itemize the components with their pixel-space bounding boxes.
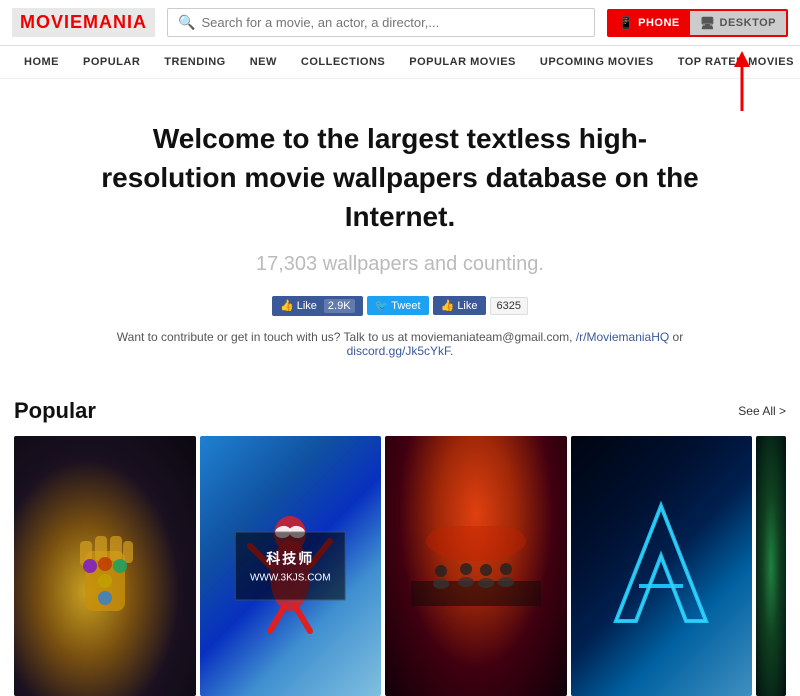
contact-info: Want to contribute or get in touch with … [100, 330, 700, 358]
watermark-overlay: 科技师 WWW.3KJS.COM [235, 531, 346, 600]
tweet-label: Tweet [391, 300, 420, 312]
tweet-button[interactable]: 🐦 Tweet [367, 296, 429, 315]
movie-grid: 科技师 WWW.3KJS.COM [14, 436, 786, 696]
desktop-icon: 🖥 [700, 16, 716, 30]
avengers-icon [611, 501, 711, 631]
fb-like-icon: 👍 [280, 299, 294, 312]
phone-icon: 📱 [619, 16, 634, 30]
contact-text-static: Want to contribute or get in touch with … [117, 330, 573, 344]
nav-trending[interactable]: TRENDING [152, 46, 237, 78]
movie-poster-1 [14, 436, 196, 696]
nav-top-rated-movies[interactable]: TOP RATED MOVIES [666, 46, 800, 78]
popular-title: Popular [14, 398, 96, 424]
movie-poster-3 [385, 436, 567, 696]
discord-link[interactable]: discord.gg/Jk5cYkF [347, 344, 450, 358]
see-all-link[interactable]: See All > [738, 404, 786, 418]
hero-headline: Welcome to the largest textless high-res… [100, 119, 700, 237]
desktop-label: DESKTOP [720, 17, 776, 29]
nav-home[interactable]: HOME [12, 46, 71, 78]
fb-like-label: Like [297, 300, 317, 312]
watermark-line1: 科技师 [250, 548, 331, 568]
logo-text: MOVIEMANIA [20, 12, 147, 32]
movie-poster-4 [571, 436, 753, 696]
logo-mania: MANIA [83, 12, 147, 32]
like-button-2[interactable]: 👍 Like [433, 296, 486, 315]
header: MOVIEMANIA 🔍 📱 PHONE 🖥 DESKTOP [0, 0, 800, 46]
main-nav: HOME POPULAR TRENDING NEW COLLECTIONS PO… [0, 46, 800, 79]
movie-card-5[interactable] [756, 436, 786, 696]
popular-header: Popular See All > [14, 398, 786, 424]
movie-card-2[interactable]: 科技师 WWW.3KJS.COM [200, 436, 382, 696]
popular-section: Popular See All > [0, 378, 800, 696]
logo-movie: MOVIE [20, 12, 83, 32]
facebook-like-button[interactable]: 👍 Like 2.9K [272, 296, 363, 316]
search-input[interactable] [201, 15, 583, 30]
movie-poster-5 [756, 436, 786, 696]
like2-icon: 👍 [441, 299, 455, 312]
desktop-button[interactable]: 🖥 DESKTOP [690, 11, 786, 35]
nav-wrapper: HOME POPULAR TRENDING NEW COLLECTIONS PO… [0, 46, 800, 79]
nav-popular-movies[interactable]: POPULAR MOVIES [397, 46, 528, 78]
nav-popular[interactable]: POPULAR [71, 46, 152, 78]
nav-new[interactable]: NEW [238, 46, 289, 78]
logo[interactable]: MOVIEMANIA [12, 8, 155, 37]
device-toggle: 📱 PHONE 🖥 DESKTOP [607, 9, 788, 37]
search-bar[interactable]: 🔍 [167, 8, 595, 37]
nav-collections[interactable]: COLLECTIONS [289, 46, 397, 78]
hero-section: Welcome to the largest textless high-res… [0, 79, 800, 378]
search-icon: 🔍 [178, 14, 195, 31]
phone-button[interactable]: 📱 PHONE [609, 11, 690, 35]
like-count-badge: 6325 [490, 297, 528, 315]
nav-upcoming-movies[interactable]: UPCOMING MOVIES [528, 46, 666, 78]
stranger-things-icon [411, 526, 541, 606]
like2-label: Like [457, 300, 477, 312]
social-buttons: 👍 Like 2.9K 🐦 Tweet 👍 Like 6325 [60, 296, 740, 316]
hero-subtitle: 17,303 wallpapers and counting. [60, 253, 740, 276]
movie-card-3[interactable] [385, 436, 567, 696]
movie-card-1[interactable] [14, 436, 196, 696]
gauntlet-icon [65, 511, 145, 621]
contact-or: or [673, 330, 684, 344]
watermark-line2: WWW.3KJS.COM [250, 572, 331, 583]
fb-like-count: 2.9K [324, 299, 355, 313]
tweet-icon: 🐦 [375, 299, 389, 312]
movie-card-4[interactable] [571, 436, 753, 696]
reddit-link[interactable]: /r/MoviemaniaHQ [576, 330, 669, 344]
phone-label: PHONE [638, 17, 680, 29]
